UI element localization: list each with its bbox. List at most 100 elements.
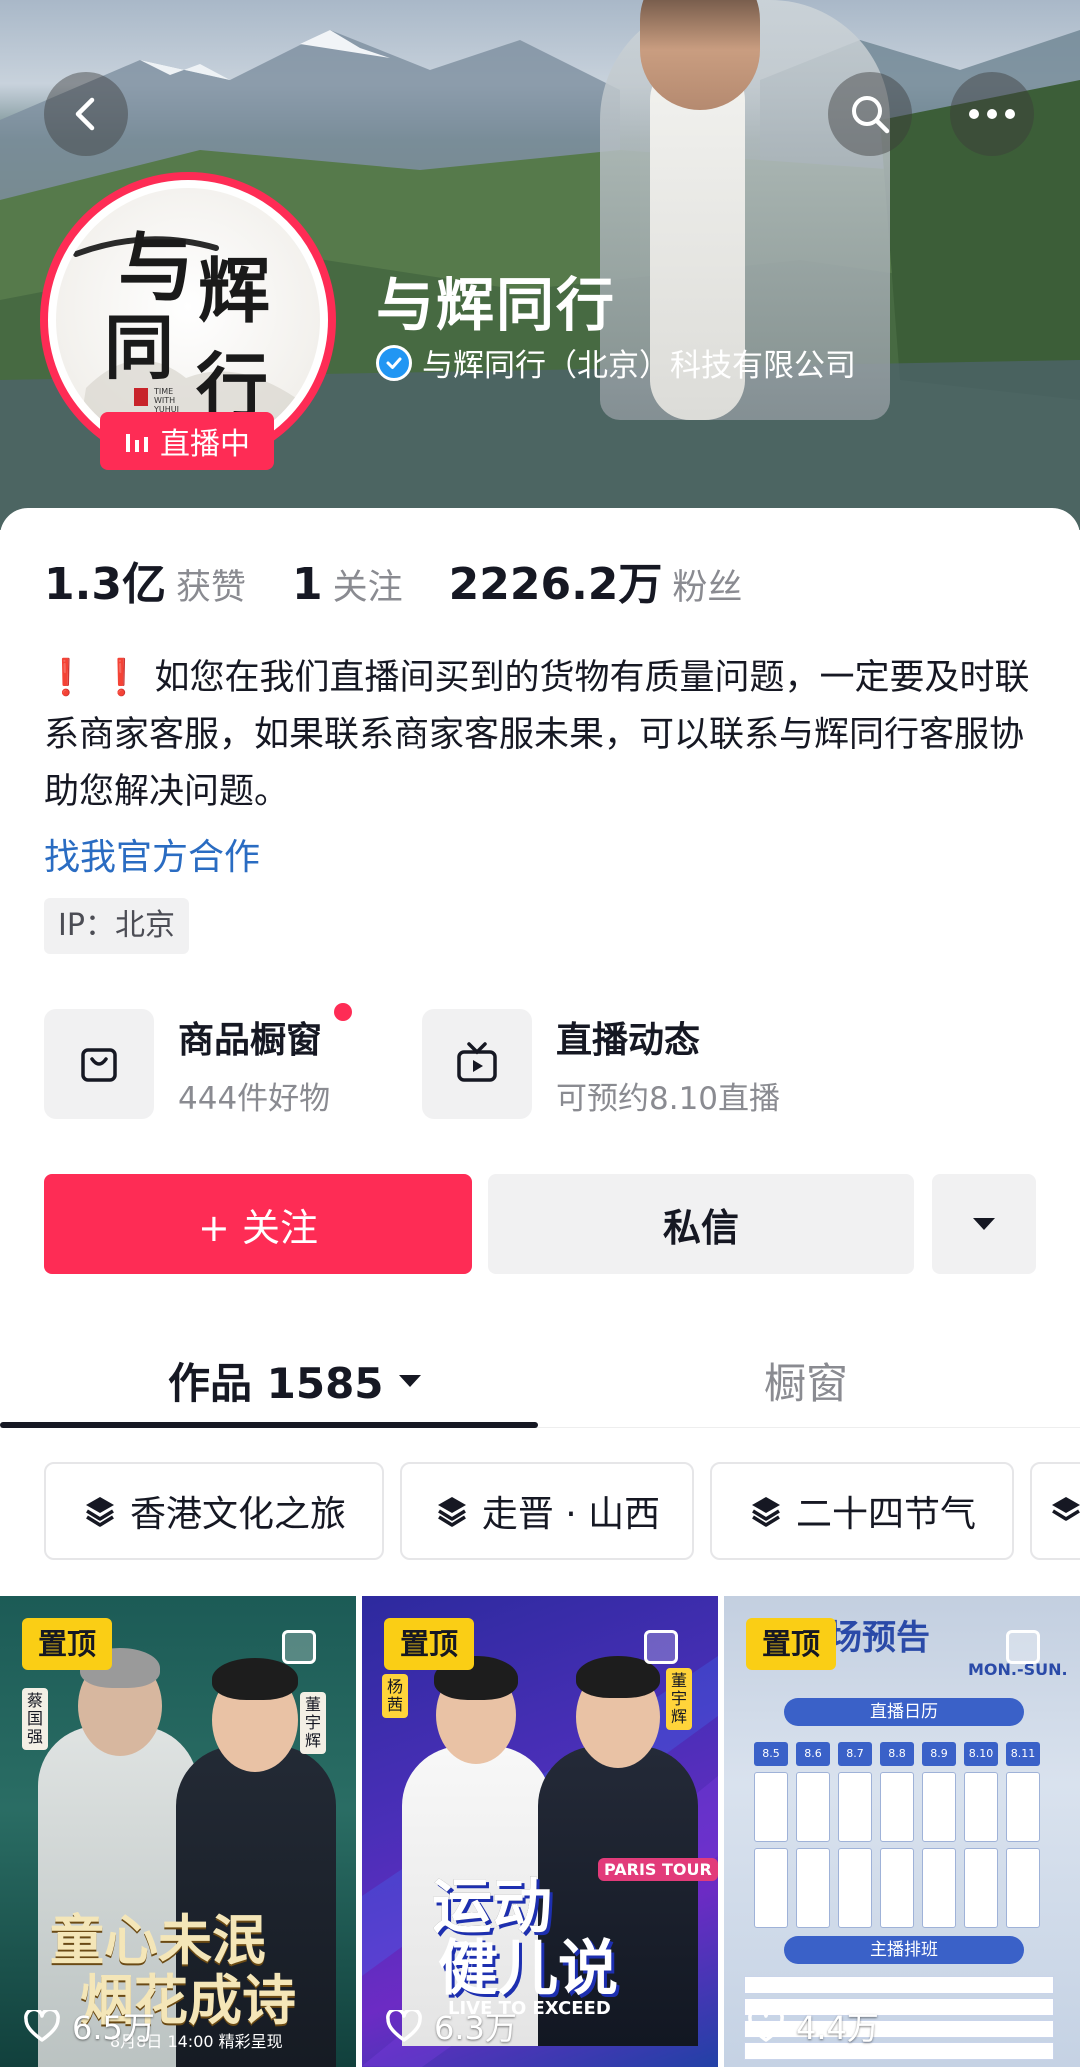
poster-band-calendar: 直播日历 bbox=[784, 1698, 1024, 1726]
video-thumbnail[interactable]: 专场预告 MON.-SUN. 直播日历 8.5 8.6 8.7 8.8 8.9 … bbox=[724, 1596, 1080, 2067]
pinned-badge: 置顶 bbox=[22, 1618, 112, 1670]
schedule-slot bbox=[838, 1772, 872, 1842]
tab-works-label: 作品 1585 bbox=[168, 1359, 384, 1408]
select-checkbox[interactable] bbox=[644, 1630, 678, 1664]
tv-icon bbox=[422, 1009, 532, 1119]
collection-chip-label: 走晋 · 山西 bbox=[481, 1494, 661, 1535]
schedule-slot bbox=[922, 1772, 956, 1842]
avatar-char-3: 同 bbox=[104, 306, 174, 389]
collection-chip[interactable]: 香港文化之旅 bbox=[44, 1462, 384, 1560]
video-likes: 6.3万 bbox=[386, 2003, 517, 2049]
collection-chip[interactable]: 走晋 · 山西 bbox=[400, 1462, 694, 1560]
schedule-date: 8.6 bbox=[796, 1742, 830, 1766]
shop-window-title: 商品橱窗 bbox=[178, 1019, 323, 1061]
avatar-char-2: 辉 bbox=[198, 248, 271, 333]
likes-label: 获赞 bbox=[175, 568, 246, 608]
poster-title-2: 健儿说 bbox=[438, 1934, 618, 2004]
ip-location-tag: IP：北京 bbox=[44, 898, 189, 954]
avatar-seal bbox=[134, 388, 148, 406]
follow-button[interactable]: + 关注 bbox=[44, 1174, 472, 1274]
schedule-slot bbox=[964, 1848, 998, 1928]
schedule-slot bbox=[922, 1848, 956, 1928]
layers-icon bbox=[85, 1497, 114, 1527]
layers-icon bbox=[437, 1497, 466, 1527]
pinned-badge: 置顶 bbox=[384, 1618, 474, 1670]
message-button[interactable]: 私信 bbox=[488, 1174, 914, 1274]
notification-dot bbox=[334, 1002, 352, 1021]
shop-window-subtitle: 444件好物 bbox=[178, 1080, 331, 1117]
live-bars-icon bbox=[126, 434, 148, 452]
schedule-date: 8.9 bbox=[922, 1742, 956, 1766]
more-options-button[interactable] bbox=[950, 72, 1034, 156]
caret-down-icon bbox=[398, 1374, 421, 1387]
chevron-left-icon bbox=[75, 97, 95, 131]
shop-window-entry[interactable]: 商品橱窗 444件好物 bbox=[44, 1002, 352, 1120]
schedule-date: 8.11 bbox=[1006, 1742, 1040, 1766]
collection-chip-partial[interactable] bbox=[1030, 1462, 1080, 1560]
avatar-english: TIME WITH YUHUI bbox=[154, 387, 179, 414]
live-badge[interactable]: 直播中 bbox=[100, 412, 274, 470]
following-label[interactable]: 关注 bbox=[333, 559, 403, 610]
triangle-down-icon bbox=[973, 1218, 995, 1230]
verified-company-label: 与辉同行（北京）科技有限公司 bbox=[422, 348, 856, 384]
schedule-slot bbox=[1006, 1848, 1040, 1928]
schedule-slot bbox=[1006, 1772, 1040, 1842]
live-updates-title: 直播动态 bbox=[556, 1019, 701, 1061]
heart-icon bbox=[748, 2010, 784, 2042]
poster-hair bbox=[212, 1658, 298, 1700]
heart-icon bbox=[386, 2010, 422, 2042]
shopping-bag-icon bbox=[44, 1009, 154, 1119]
bio-text: 如您在我们直播间买到的货物有质量问题，一定要及时联系商家客服，如果联系商家客服未… bbox=[44, 658, 1030, 812]
poster-name-b: 董宇辉 bbox=[300, 1692, 326, 1754]
schedule-slot bbox=[754, 1772, 788, 1842]
layers-icon bbox=[1052, 1497, 1080, 1521]
schedule-date: 8.8 bbox=[880, 1742, 914, 1766]
schedule-slot bbox=[964, 1772, 998, 1842]
back-button[interactable] bbox=[44, 72, 128, 156]
schedule-row bbox=[744, 1976, 1054, 1994]
poster-name-a: 杨茜 bbox=[382, 1674, 408, 1718]
profile-stats: 1.3亿 获赞 1 关注 2226.2万 粉丝 bbox=[44, 548, 742, 612]
following-count[interactable]: 1 bbox=[292, 559, 323, 610]
poster-name-a: 蔡国强 bbox=[22, 1688, 48, 1750]
likes-count: 1.3亿 bbox=[44, 559, 166, 610]
more-actions-button[interactable] bbox=[932, 1174, 1036, 1274]
video-thumbnail[interactable]: 蔡国强 董宇辉 童心未泯 烟花成诗 8月8日 14:00 精彩呈现 置顶 6.5… bbox=[0, 1596, 356, 2067]
live-updates-entry[interactable]: 直播动态 可预约8.10直播 bbox=[422, 1008, 780, 1120]
schedule-slot bbox=[838, 1848, 872, 1928]
bio-exclamation-marks: ❗ ❗ bbox=[44, 658, 144, 698]
select-checkbox[interactable] bbox=[282, 1630, 316, 1664]
pinned-badge: 置顶 bbox=[746, 1618, 836, 1670]
search-icon bbox=[852, 96, 890, 134]
poster-band-schedule: 主播排班 bbox=[784, 1936, 1024, 1964]
schedule-slot bbox=[796, 1772, 830, 1842]
tab-shop-window[interactable]: 橱窗 bbox=[764, 1350, 848, 1411]
poster-name-b: 董宇辉 bbox=[666, 1668, 692, 1730]
profile-bio: ❗ ❗ 如您在我们直播间买到的货物有质量问题，一定要及时联系商家客服，如果联系商… bbox=[44, 650, 1044, 821]
active-tab-indicator bbox=[0, 1422, 538, 1428]
followers-count[interactable]: 2226.2万 bbox=[449, 548, 663, 612]
video-likes: 4.4万 bbox=[748, 2003, 879, 2049]
schedule-slot bbox=[880, 1772, 914, 1842]
schedule-date: 8.10 bbox=[964, 1742, 998, 1766]
verified-check-icon bbox=[376, 344, 412, 381]
poster-tag: PARIS TOUR bbox=[598, 1858, 718, 1881]
video-likes: 6.5万 bbox=[24, 2003, 155, 2049]
collection-chip[interactable]: 二十四节气 bbox=[710, 1462, 1014, 1560]
official-cooperation-link[interactable]: 找我官方合作 bbox=[44, 828, 260, 880]
schedule-slot bbox=[880, 1848, 914, 1928]
live-updates-subtitle: 可预约8.10直播 bbox=[556, 1080, 781, 1117]
schedule-slot bbox=[754, 1848, 788, 1928]
profile-tabs: 作品 1585 橱窗 bbox=[0, 1318, 1080, 1428]
verified-company: 与辉同行（北京）科技有限公司 bbox=[376, 340, 856, 385]
search-button[interactable] bbox=[828, 72, 912, 156]
schedule-date: 8.5 bbox=[754, 1742, 788, 1766]
heart-icon bbox=[24, 2010, 60, 2042]
select-checkbox[interactable] bbox=[1006, 1630, 1040, 1664]
more-dots-icon bbox=[969, 109, 1015, 119]
followers-label[interactable]: 粉丝 bbox=[672, 559, 742, 610]
schedule-date: 8.7 bbox=[838, 1742, 872, 1766]
video-thumbnail[interactable]: 杨茜 董宇辉 运动 PARIS TOUR 健儿说 LIVE TO EXCEED … bbox=[362, 1596, 718, 2067]
live-badge-label: 直播中 bbox=[160, 427, 250, 462]
tab-works[interactable]: 作品 1585 bbox=[168, 1350, 422, 1411]
